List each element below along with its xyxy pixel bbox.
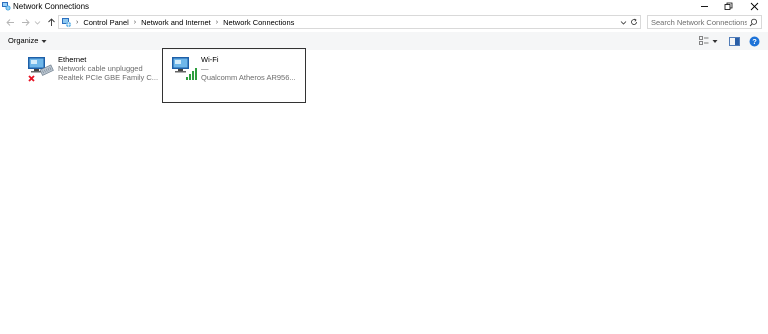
preview-pane-icon	[729, 36, 740, 46]
preview-pane-button[interactable]	[729, 35, 740, 47]
breadcrumb-control-panel[interactable]: Control Panel	[80, 18, 131, 27]
control-panel-icon	[61, 17, 72, 28]
help-button[interactable]: ?	[749, 35, 760, 47]
back-arrow-icon	[5, 18, 14, 26]
svg-text:?: ?	[752, 37, 757, 46]
view-dropdown-button[interactable]	[712, 35, 718, 47]
search-icon[interactable]	[749, 18, 758, 27]
breadcrumb-network-and-internet[interactable]: Network and Internet	[138, 18, 214, 27]
dropdown-arrow-icon	[712, 39, 718, 43]
recent-locations-button[interactable]	[33, 15, 41, 29]
close-button[interactable]	[742, 0, 766, 12]
title-bar: Network Connections	[0, 0, 768, 13]
connection-item-ethernet[interactable]: Ethernet Network cable unplugged Realtek…	[27, 55, 158, 109]
command-bar: Organize ?	[0, 32, 768, 50]
forward-arrow-icon	[21, 18, 30, 26]
network-connections-icon	[1, 1, 11, 11]
chevron-down-icon	[620, 20, 627, 25]
breadcrumb-network-connections[interactable]: Network Connections	[220, 18, 297, 27]
connection-status: Network cable unplugged	[58, 64, 143, 73]
change-view-button[interactable]	[699, 35, 709, 47]
connection-item-wifi[interactable]: Wi-Fi — Qualcomm Atheros AR956...	[162, 48, 306, 103]
refresh-button[interactable]	[629, 16, 639, 28]
address-row: › Control Panel › Network and Internet ›…	[0, 14, 768, 30]
connection-text: Ethernet Network cable unplugged Realtek…	[58, 55, 158, 82]
connection-name: Ethernet	[58, 55, 87, 64]
restore-button[interactable]	[716, 0, 740, 12]
chevron-down-icon	[34, 20, 40, 25]
refresh-icon	[631, 18, 637, 25]
view-options-icon	[699, 36, 709, 45]
wifi-adapter-icon	[171, 55, 199, 83]
restore-icon	[724, 2, 732, 10]
up-arrow-icon	[47, 17, 55, 26]
address-dropdown-button[interactable]	[619, 16, 628, 28]
forward-button[interactable]	[19, 15, 31, 29]
dropdown-arrow-icon	[41, 39, 47, 43]
back-button[interactable]	[4, 15, 16, 29]
connections-view: Ethernet Network cable unplugged Realtek…	[0, 48, 768, 334]
connection-text: Wi-Fi — Qualcomm Atheros AR956...	[201, 55, 296, 82]
organize-label: Organize	[8, 36, 39, 45]
window-title: Network Connections	[13, 2, 90, 11]
connection-device: Realtek PCIe GBE Family C...	[58, 73, 159, 82]
organize-button[interactable]: Organize	[8, 36, 47, 46]
connection-name: Wi-Fi	[201, 55, 219, 64]
close-icon	[750, 2, 758, 10]
search-input[interactable]	[651, 16, 747, 28]
minimize-button[interactable]	[692, 0, 716, 12]
address-bar[interactable]: › Control Panel › Network and Internet ›…	[58, 15, 641, 29]
minimize-icon	[700, 5, 708, 7]
connection-status: —	[201, 64, 209, 73]
up-button[interactable]	[45, 15, 57, 29]
ethernet-adapter-icon	[27, 55, 55, 83]
help-icon: ?	[749, 36, 760, 46]
search-box[interactable]	[647, 15, 762, 29]
connection-device: Qualcomm Atheros AR956...	[201, 73, 296, 82]
breadcrumb: › Control Panel › Network and Internet ›…	[74, 16, 297, 28]
